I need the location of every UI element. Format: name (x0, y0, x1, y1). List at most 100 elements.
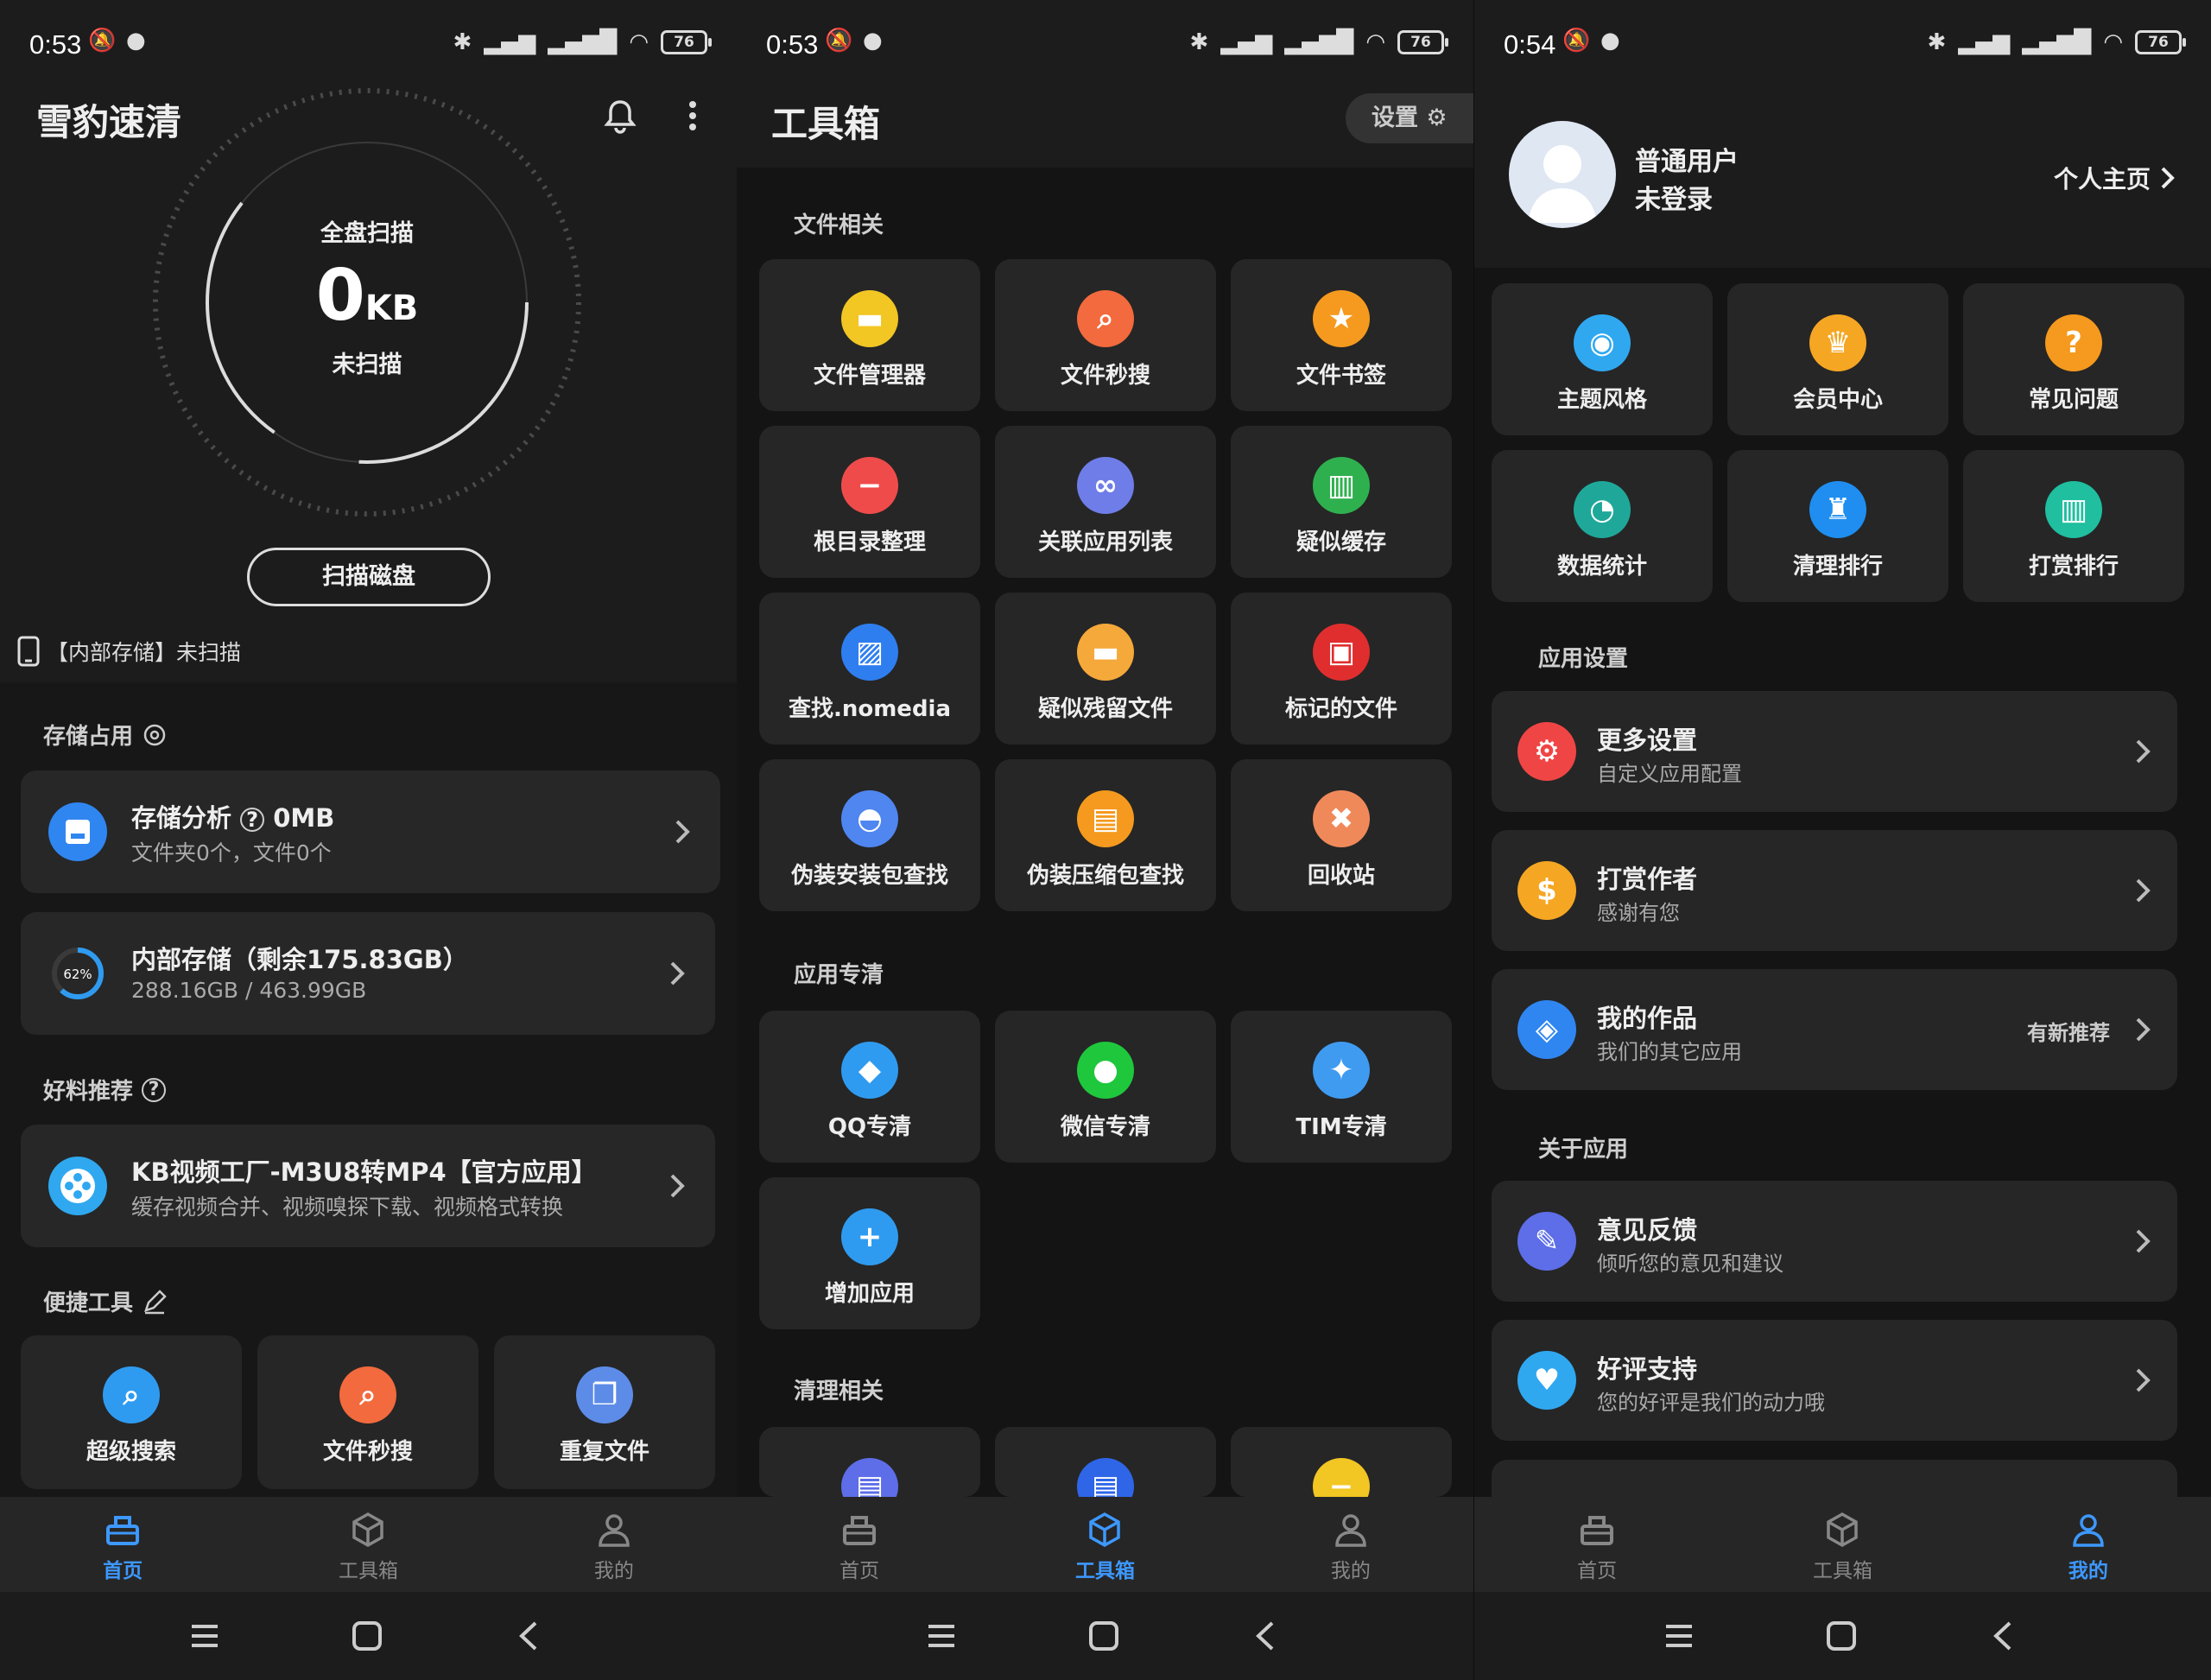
home-square-icon[interactable] (1084, 1616, 1124, 1656)
nav-home-label: 首页 (1577, 1560, 1618, 1582)
file-tool-label: 文件秒搜 (1060, 363, 1150, 389)
more-vertical-icon[interactable] (674, 97, 712, 135)
nav-me-label: 我的 (1330, 1560, 1371, 1582)
plus-icon: + (841, 1208, 898, 1265)
about-row[interactable]: ✎ 意见反馈 倾听您的意见和建议 (1492, 1181, 2177, 1302)
status-time: 0:54 (1504, 29, 1556, 60)
mute-bell-icon: 🔕 (1562, 28, 1591, 54)
about-row[interactable]: ♥ 好评支持 您的好评是我们的动力哦 (1492, 1320, 2177, 1441)
menu-icon[interactable] (185, 1616, 225, 1656)
nav-me[interactable]: 我的 (1966, 1497, 2211, 1592)
help-icon[interactable]: ? (142, 1077, 167, 1102)
app-tool-label: 微信专清 (1060, 1114, 1150, 1140)
menu-icon[interactable] (1659, 1616, 1699, 1656)
chevron-right-icon (2136, 1368, 2151, 1392)
settings-button[interactable]: 设置 ⚙ (1346, 93, 1473, 143)
nav-me[interactable]: 我的 (491, 1497, 737, 1592)
menu-icon[interactable] (922, 1616, 961, 1656)
recommend-card[interactable]: KB视频工厂-M3U8转MP4【官方应用】 缓存视频合并、视频嗅探下载、视频格式… (21, 1125, 715, 1247)
internal-storage-card[interactable]: 62% 内部存储（剩余175.83GB） 288.16GB / 463.99GB (21, 912, 715, 1035)
nav-home[interactable]: 首页 (0, 1497, 245, 1592)
about-subtitle: 倾听您的意见和建议 (1597, 1252, 1783, 1276)
file-tool-tile[interactable]: ◓ 伪装安装包查找 (759, 759, 980, 911)
nav-home[interactable]: 首页 (1474, 1497, 1720, 1592)
file-tool-tile[interactable]: − 根目录整理 (759, 426, 980, 578)
home-square-icon[interactable] (347, 1616, 387, 1656)
edit-icon: ✎ (1517, 1212, 1576, 1271)
file-tool-tile[interactable]: ▣ 标记的文件 (1231, 593, 1452, 745)
nav-toolbox[interactable]: 工具箱 (1720, 1497, 1965, 1592)
setting-title: 我的作品 (1597, 1004, 1698, 1033)
storage-analysis-card[interactable]: 存储分析 ? 0MB 文件夹0个，文件0个 (21, 770, 720, 893)
edit-pencil-icon[interactable] (142, 1289, 168, 1315)
clean-tool-tile[interactable]: ▤ (995, 1427, 1216, 1515)
feature-tile[interactable]: ◉ 主题风格 (1492, 283, 1713, 435)
file-tool-tile[interactable]: ▤ 伪装压缩包查找 (995, 759, 1216, 911)
money-bag-icon: $ (1517, 861, 1576, 920)
scan-heading: 全盘扫描 (320, 220, 414, 247)
clean-tool-tile[interactable]: ▤ (759, 1427, 980, 1515)
search-icon: ⌕ (103, 1366, 160, 1423)
feature-label: 数据统计 (1556, 554, 1647, 580)
nav-toolbox[interactable]: 工具箱 (245, 1497, 491, 1592)
thumb-up-icon: ♥ (1517, 1351, 1576, 1410)
file-tool-label: 回收站 (1307, 863, 1375, 889)
file-tool-tile[interactable]: ▬ 疑似残留文件 (995, 593, 1216, 745)
file-tool-label: 查找.nomedia (788, 696, 952, 722)
file-tool-tile[interactable]: ⌕ 文件秒搜 (995, 259, 1216, 411)
back-icon[interactable] (1984, 1616, 2024, 1656)
internal-storage-label: 【内部存储】未扫描 (47, 640, 242, 665)
setting-row[interactable]: ⚙ 更多设置 自定义应用配置 (1492, 691, 2177, 812)
file-tool-tile[interactable]: ★ 文件书签 (1231, 259, 1452, 411)
avatar[interactable] (1509, 121, 1616, 228)
feature-tile[interactable]: ♛ 会员中心 (1727, 283, 1948, 435)
feature-tile[interactable]: ♜ 清理排行 (1727, 450, 1948, 602)
section-about: 关于应用 (1538, 1137, 1629, 1163)
feature-tile[interactable]: ◔ 数据统计 (1492, 450, 1713, 602)
nav-toolbox[interactable]: 工具箱 (982, 1497, 1227, 1592)
app-tool-tile[interactable]: + 增加应用 (759, 1177, 980, 1329)
file-tool-tile[interactable]: ▨ 查找.nomedia (759, 593, 980, 745)
basket-icon: ▥ (1313, 457, 1370, 514)
feature-tile[interactable]: ▥ 打赏排行 (1963, 450, 2184, 602)
system-navigation (0, 1592, 737, 1680)
home-basket-icon (106, 1516, 140, 1545)
nav-home-label: 首页 (839, 1560, 880, 1582)
file-tool-tile[interactable]: ✖ 回收站 (1231, 759, 1452, 911)
quick-tool-tile[interactable]: ⌕ 文件秒搜 (257, 1335, 478, 1489)
nav-home[interactable]: 首页 (737, 1497, 982, 1592)
login-status[interactable]: 未登录 (1635, 178, 1713, 216)
battery-icon: 76 (1397, 30, 1448, 54)
app-tool-tile[interactable]: ● 微信专清 (995, 1011, 1216, 1163)
back-icon[interactable] (1246, 1616, 1286, 1656)
setting-row[interactable]: ◈ 我的作品 我们的其它应用 有新推荐 (1492, 969, 2177, 1090)
quick-tool-tile[interactable]: ⌕ 超级搜索 (21, 1335, 242, 1489)
bell-icon[interactable] (601, 97, 639, 135)
scan-state: 未扫描 (332, 352, 402, 378)
internal-storage-status[interactable]: 【内部存储】未扫描 (17, 636, 241, 667)
file-tool-tile[interactable]: ▬ 文件管理器 (759, 259, 980, 411)
file-tool-tile[interactable]: ▥ 疑似缓存 (1231, 426, 1452, 578)
back-icon[interactable] (510, 1616, 549, 1656)
feature-tile[interactable]: ? 常见问题 (1963, 283, 2184, 435)
quick-tool-tile[interactable]: ❐ 重复文件 (494, 1335, 715, 1489)
file-tool-label: 文件管理器 (813, 363, 926, 389)
app-tool-tile[interactable]: ✦ TIM专清 (1231, 1011, 1452, 1163)
trash-icon: ✖ (1313, 790, 1370, 847)
settings-small-icon[interactable] (142, 722, 168, 748)
scan-disk-button[interactable]: 扫描磁盘 (247, 548, 491, 606)
bookmark-icon: ★ (1313, 290, 1370, 347)
clean-tool-tile[interactable]: − (1231, 1427, 1452, 1515)
app-tool-tile[interactable]: ◆ QQ专清 (759, 1011, 980, 1163)
setting-row[interactable]: $ 打赏作者 感谢有您 (1492, 830, 2177, 951)
nav-me[interactable]: 我的 (1228, 1497, 1473, 1592)
storage-analysis-size: 0MB (273, 803, 335, 833)
file-tool-tile[interactable]: ∞ 关联应用列表 (995, 426, 1216, 578)
profile-home-link[interactable]: 个人主页 (2054, 161, 2176, 195)
cube-icon (352, 1512, 384, 1548)
quick-tool-label: 文件秒搜 (322, 1439, 413, 1465)
help-icon[interactable]: ? (240, 808, 265, 832)
file-tool-label: 疑似缓存 (1296, 529, 1386, 555)
feature-label: 主题风格 (1556, 387, 1647, 413)
home-square-icon[interactable] (1821, 1616, 1861, 1656)
